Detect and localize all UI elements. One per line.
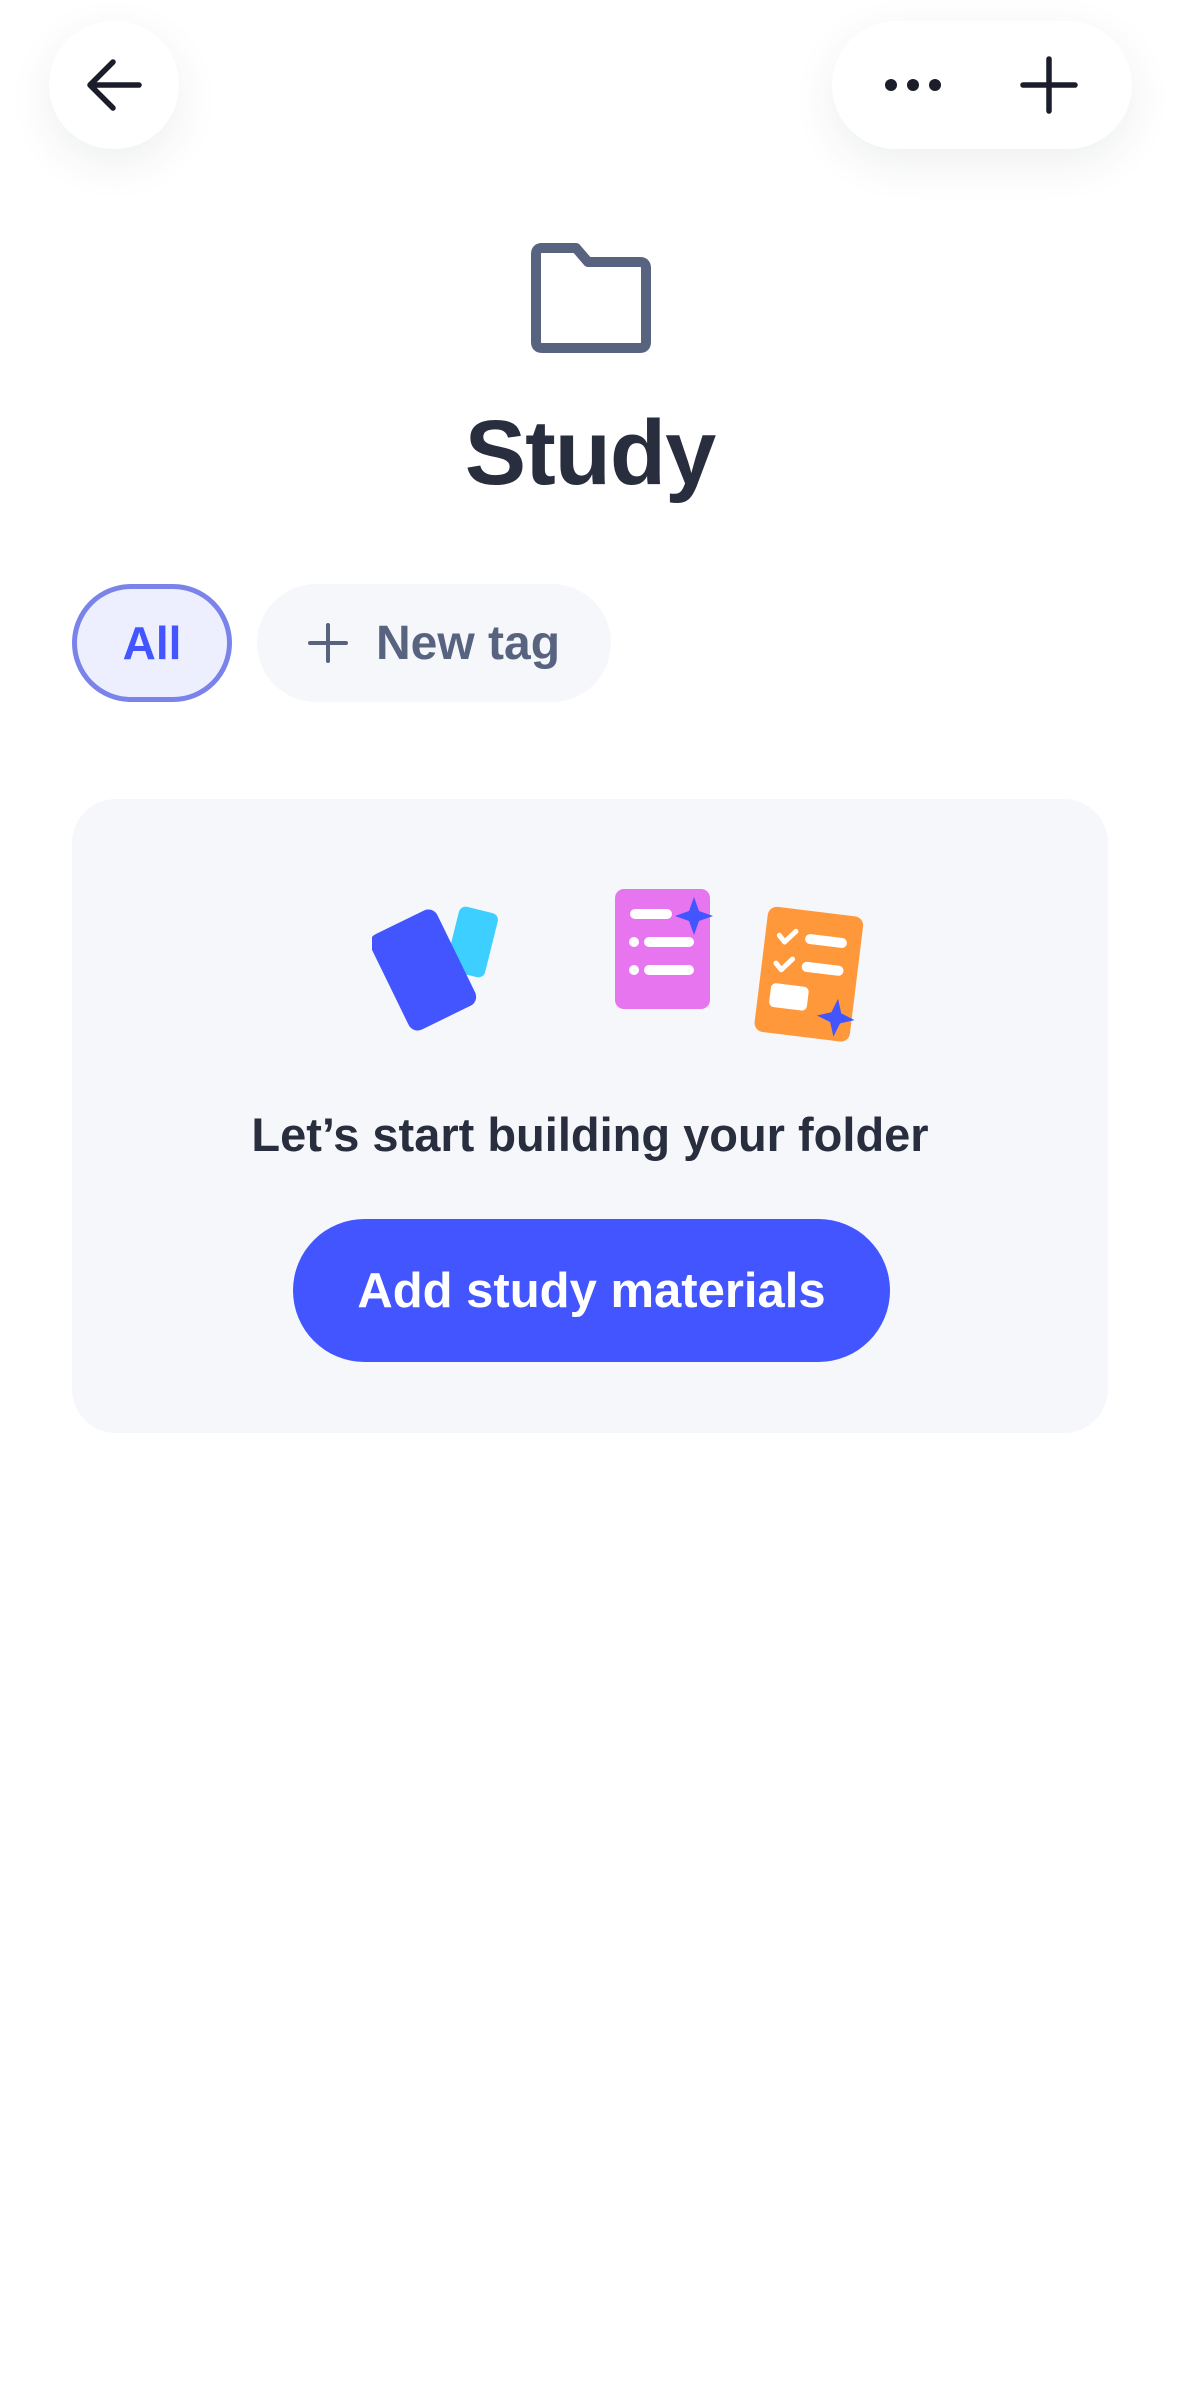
study-materials-illustration: [372, 889, 864, 1042]
folder-icon: [531, 243, 651, 353]
new-tag-label: New tag: [375, 616, 561, 670]
tag-all-chip[interactable]: All: [72, 584, 232, 702]
page-title: Study: [464, 402, 717, 504]
add-study-materials-button[interactable]: Add study materials: [293, 1219, 890, 1362]
empty-state-card: Let’s start building your folder Add stu…: [72, 799, 1108, 1433]
back-button[interactable]: [49, 21, 179, 149]
empty-state-message: Let’s start building your folder: [251, 1108, 929, 1161]
study-guide-icon: [615, 889, 713, 1009]
add-button[interactable]: [1000, 36, 1098, 134]
tag-all-label: All: [122, 617, 182, 669]
practice-test-icon: [754, 906, 864, 1042]
plus-icon: [1020, 56, 1078, 114]
arrow-left-icon: [87, 59, 142, 111]
flashcards-icon: [372, 906, 498, 1031]
add-study-materials-label: Add study materials: [357, 1263, 826, 1318]
new-tag-button[interactable]: New tag: [257, 584, 611, 702]
more-horizontal-icon: [885, 79, 941, 91]
more-options-button[interactable]: [864, 36, 962, 134]
tag-filter-row: All New tag: [72, 584, 611, 702]
plus-icon: [307, 623, 348, 663]
header-actions: [832, 21, 1132, 149]
